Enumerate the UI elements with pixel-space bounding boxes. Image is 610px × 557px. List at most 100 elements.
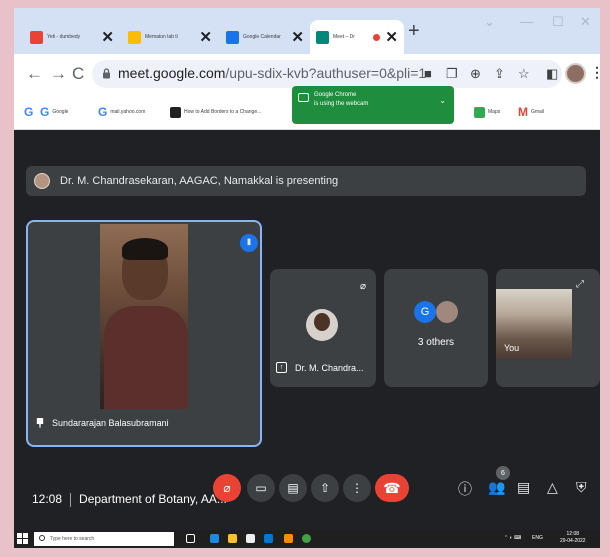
- gmail-icon: M: [518, 105, 528, 119]
- url-path: /upu-sdix-kvb?authuser=0&pli=1: [225, 65, 427, 81]
- avatar-letter: G: [414, 301, 436, 323]
- participant-video: [100, 224, 188, 409]
- close-window-icon[interactable]: ✕: [580, 14, 591, 30]
- clock-date: 29-04-2022: [560, 538, 586, 544]
- bookmark-maps[interactable]: Maps: [474, 104, 500, 120]
- tab-search-icon[interactable]: ⌄: [484, 14, 495, 30]
- camera-toggle-button[interactable]: ▭: [247, 474, 275, 502]
- end-call-button[interactable]: ☎: [375, 474, 409, 502]
- reload-icon[interactable]: C: [72, 64, 84, 84]
- activities-icon[interactable]: △: [547, 479, 558, 496]
- zoom-icon[interactable]: ⊕: [470, 66, 481, 82]
- bookmark-google[interactable]: G Google: [40, 104, 68, 120]
- bookmark-borders[interactable]: How to Add Borders to a Change...: [170, 104, 261, 120]
- meeting-time: 12:08: [32, 492, 63, 506]
- lock-icon: [103, 68, 110, 79]
- close-tab-icon[interactable]: ✕: [199, 28, 212, 46]
- recording-dot-icon: [373, 33, 381, 41]
- bookmark-label: Google: [52, 109, 69, 115]
- tray-icons[interactable]: ⌃ ◐ ⌨: [504, 535, 521, 541]
- bookmark-star-icon[interactable]: ☆: [518, 66, 530, 82]
- profile-avatar[interactable]: [565, 63, 586, 84]
- app-icon[interactable]: [284, 534, 293, 543]
- bookmark-gmail[interactable]: M Gmail: [518, 104, 544, 120]
- presenting-text: Dr. M. Chandrasekaran, AAGAC, Namakkal i…: [60, 175, 339, 187]
- participant-name: ↑ Dr. M. Chandra...: [276, 362, 364, 373]
- others-count-label: 3 others: [417, 337, 455, 348]
- language-indicator[interactable]: ENG: [532, 535, 543, 541]
- more-vert-icon: ⋮: [351, 481, 363, 495]
- expand-icon[interactable]: ⤢: [576, 279, 584, 290]
- tab-title: Google Calendar: [243, 34, 281, 40]
- back-icon[interactable]: ←: [26, 64, 43, 84]
- search-icon: [39, 535, 45, 541]
- close-tab-icon[interactable]: ✕: [101, 28, 114, 46]
- chrome-icon[interactable]: [302, 534, 311, 543]
- mic-toggle-button[interactable]: ⌀: [213, 474, 241, 502]
- url-host: meet.google.com: [118, 65, 226, 81]
- info-icon[interactable]: ⓘ: [458, 479, 472, 499]
- tab-1[interactable]: Yeti - dumbedy ✕: [24, 20, 120, 54]
- screen: Yeti - dumbedy ✕ Mematon lab ti ✕ Google…: [14, 8, 600, 548]
- new-tab-button[interactable]: +: [408, 20, 420, 43]
- tab-3[interactable]: Google Calendar ✕: [220, 20, 310, 54]
- notice-line1: Google Chrome: [314, 92, 357, 98]
- chat-icon[interactable]: ▤: [517, 479, 530, 496]
- camera-in-use-icon[interactable]: ■: [424, 66, 432, 81]
- phone-hangup-icon: ☎: [383, 479, 401, 496]
- file-explorer-icon[interactable]: [228, 534, 237, 543]
- mail-icon[interactable]: [264, 534, 273, 543]
- main-participant-tile[interactable]: ⦀ Sundararajan Balasubramani: [26, 220, 262, 447]
- forward-icon[interactable]: →: [50, 64, 67, 84]
- mic-off-icon: ⌀: [359, 281, 366, 292]
- taskbar-search[interactable]: Type here to search: [34, 532, 174, 546]
- close-tab-icon[interactable]: ✕: [385, 28, 398, 46]
- meet-stage: Dr. M. Chandrasekaran, AAGAC, Namakkal i…: [14, 130, 600, 530]
- webcam-in-use-notice[interactable]: Google Chrome is using the webcam ⌄: [292, 86, 454, 124]
- more-options-button[interactable]: ⋮: [343, 474, 371, 502]
- notice-line2: is using the webcam: [314, 101, 369, 107]
- drive-favicon-icon: [128, 30, 141, 44]
- others-tile[interactable]: G 3 others: [384, 269, 488, 387]
- self-view-tile[interactable]: ⤢ You: [496, 269, 600, 387]
- tab-meet-active[interactable]: Meet – Dr ✕: [310, 20, 404, 54]
- edge-icon[interactable]: [210, 534, 219, 543]
- presenting-banner: Dr. M. Chandrasekaran, AAGAC, Namakkal i…: [26, 166, 586, 196]
- participant-name-text: Sundararajan Balasubramani: [52, 418, 169, 428]
- search-placeholder: Type here to search: [50, 536, 95, 542]
- tab-2[interactable]: Mematon lab ti ✕: [122, 20, 218, 54]
- host-controls-icon[interactable]: ⛨: [576, 479, 587, 496]
- meeting-info: 12:08 Department of Botany, AA...: [32, 492, 227, 507]
- pin-icon[interactable]: [36, 418, 44, 428]
- captions-button[interactable]: ▤: [279, 474, 307, 502]
- close-tab-icon[interactable]: ✕: [291, 28, 304, 46]
- url-text: meet.google.com/upu-sdix-kvb?authuser=0&…: [118, 65, 426, 81]
- menu-kebab-icon[interactable]: ⋮: [590, 64, 600, 81]
- maximize-icon[interactable]: ☐: [552, 14, 564, 30]
- apps-icon[interactable]: G: [24, 104, 36, 120]
- minimize-icon[interactable]: —: [520, 14, 533, 29]
- speaking-indicator-icon: ⦀: [240, 234, 258, 252]
- people-icon[interactable]: 👥: [488, 479, 505, 496]
- share-icon[interactable]: ⇪: [494, 66, 505, 82]
- store-icon[interactable]: [246, 534, 255, 543]
- tab-title: Mematon lab ti: [145, 34, 178, 40]
- address-bar[interactable]: meet.google.com/upu-sdix-kvb?authuser=0&…: [92, 60, 562, 88]
- camera-icon: ▭: [255, 481, 267, 495]
- clock-time: 12:08: [566, 531, 580, 537]
- google-icon: G: [98, 105, 108, 119]
- sidepanel-icon[interactable]: ◧: [546, 66, 558, 82]
- participant-name: Sundararajan Balasubramani: [36, 418, 169, 428]
- avatar-photo: [436, 301, 458, 323]
- present-button[interactable]: ⇧: [311, 474, 339, 502]
- participant-name-text: Dr. M. Chandra...: [295, 362, 364, 373]
- captions-icon: ▤: [287, 481, 299, 495]
- participant-tile-chandra[interactable]: ⌀ ↑ Dr. M. Chandra...: [270, 269, 376, 387]
- bookmark-yahoo[interactable]: Gmail.yahoo.com: [98, 104, 145, 120]
- copy-icon[interactable]: ❐: [446, 66, 458, 82]
- presenter-avatar: [34, 173, 50, 189]
- windows-start-icon[interactable]: [17, 533, 29, 545]
- tab-strip: Yeti - dumbedy ✕ Mematon lab ti ✕ Google…: [14, 8, 600, 54]
- task-view-icon[interactable]: [186, 534, 195, 543]
- system-clock[interactable]: 12:08 29-04-2022: [560, 531, 586, 545]
